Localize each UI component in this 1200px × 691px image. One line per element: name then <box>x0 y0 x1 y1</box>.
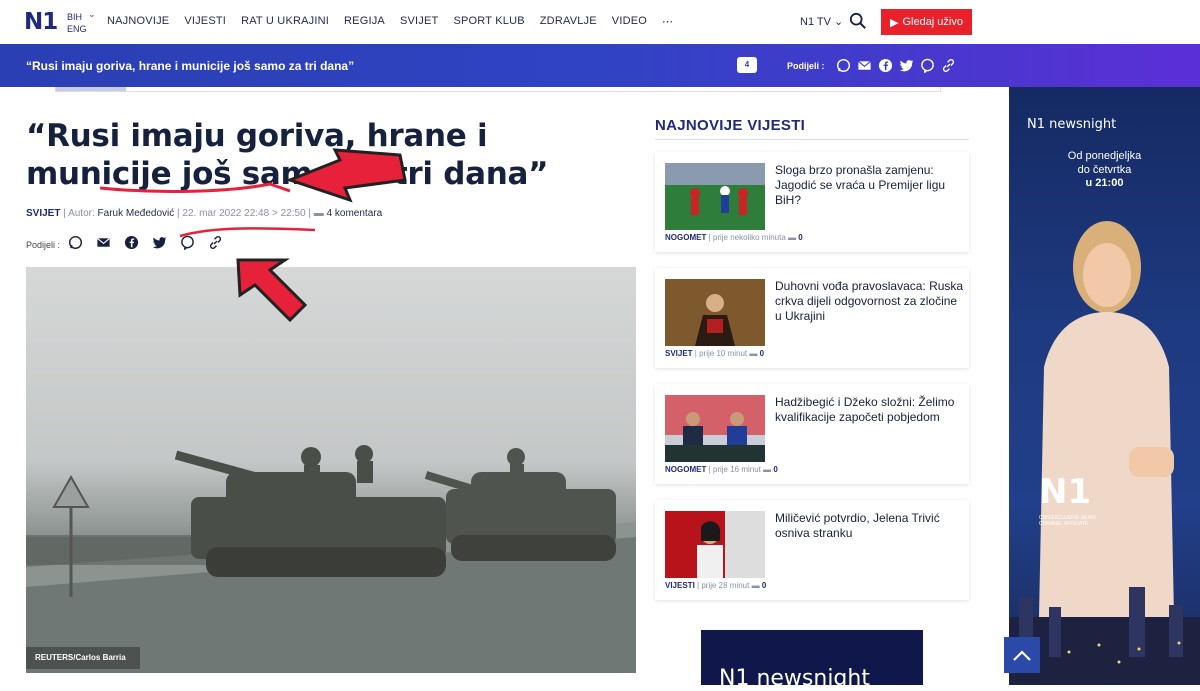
anchor-photo-illustration <box>1039 221 1174 617</box>
latest-news-title: NAJNOVIJE VIJESTI <box>655 117 806 134</box>
comment-icon: ▬ <box>788 233 797 242</box>
news-card-meta: NOGOMET | prije nekoliko minuta ▬ 0 <box>665 233 803 242</box>
news-thumbnail-studio[interactable] <box>665 511 765 578</box>
ad-n1-brand: N1 <box>1039 472 1092 512</box>
news-card-title[interactable]: Sloga brzo pronašla zamjenu: Jagodić se … <box>775 163 965 208</box>
news-card-meta: SVIJET | prije 10 minut ▬ 0 <box>665 349 765 358</box>
watch-live-label: Gledaj uživo <box>902 16 963 28</box>
n1-tv-dropdown[interactable]: N1 TV ⌄ <box>800 15 843 28</box>
newsnight-ad[interactable]: N1 newsnight Od ponedjeljka do četvrtka … <box>1009 87 1200 685</box>
news-card-title[interactable]: Hadžibegić i Džeko složni: Želimo kvalif… <box>775 395 965 425</box>
news-card-time: prije 28 minut <box>701 581 750 590</box>
twitter-icon[interactable] <box>899 58 914 73</box>
news-card[interactable]: Hadžibegić i Džeko složni: Želimo kvalif… <box>655 384 969 484</box>
newsnight-promo-banner[interactable]: N1 newsnight <box>701 630 923 691</box>
news-card-comments[interactable]: 0 <box>760 349 764 358</box>
bar-share-buttons <box>836 58 956 73</box>
n1-tv-label: N1 TV <box>800 16 831 28</box>
ad-cnn-affiliate: CNN EXCLUSIVE NEWS CHANNEL AFFILIATE <box>1039 515 1096 527</box>
news-card-category[interactable]: NOGOMET <box>665 465 706 474</box>
news-card-comments[interactable]: 0 <box>762 581 766 590</box>
news-card-time: prije 16 minut <box>712 465 761 474</box>
email-icon[interactable] <box>857 58 872 73</box>
news-card-title[interactable]: Miličević potvrdio, Jelena Trivić osniva… <box>775 511 965 541</box>
red-annotation-overlay <box>99 148 407 323</box>
news-card-time: prije nekoliko minuta <box>712 233 786 242</box>
comment-icon: ▬ <box>749 349 758 358</box>
ad-schedule-line1: Od ponedjeljka <box>1067 150 1142 162</box>
comment-icon: ▬ <box>751 581 760 590</box>
viber-icon[interactable] <box>920 58 935 73</box>
ad-logo: N1 newsnight <box>1027 117 1117 132</box>
comments-count-badge[interactable]: 4 <box>737 57 757 73</box>
news-card-category[interactable]: VIJESTI <box>665 581 695 590</box>
search-icon[interactable] <box>849 12 867 30</box>
chevron-up-icon <box>1013 650 1031 661</box>
image-credit: REUTERS/Carlos Barria <box>26 647 140 669</box>
news-card-category[interactable]: NOGOMET <box>665 233 706 242</box>
watch-live-button[interactable]: ▶ Gledaj uživo <box>881 9 972 35</box>
chevron-down-icon: ⌄ <box>834 16 844 28</box>
news-card-comments[interactable]: 0 <box>798 233 802 242</box>
more-menu-icon[interactable]: ⋯ <box>662 15 673 28</box>
latest-news-divider <box>655 139 969 140</box>
scroll-to-top-button[interactable] <box>1004 637 1040 673</box>
news-card-comments[interactable]: 0 <box>773 465 777 474</box>
bar-share-label: Podijeli : <box>787 61 825 71</box>
facebook-icon[interactable] <box>878 58 893 73</box>
play-icon: ▶ <box>889 16 899 29</box>
comment-icon: ▬ <box>763 465 772 474</box>
news-thumbnail-football[interactable] <box>665 163 765 230</box>
whatsapp-icon[interactable] <box>836 58 851 73</box>
ad-schedule-time: u 21:00 <box>1085 177 1124 189</box>
news-card-title[interactable]: Duhovni vođa pravoslavaca: Ruska crkva d… <box>775 279 965 324</box>
news-thumbnail-patriarch[interactable] <box>665 279 765 346</box>
news-thumbnail-press-conference[interactable] <box>665 395 765 462</box>
news-card-category[interactable]: SVIJET <box>665 349 693 358</box>
news-card[interactable]: Sloga brzo pronašla zamjenu: Jagodić se … <box>655 152 969 252</box>
copy-link-icon[interactable] <box>941 58 956 73</box>
news-card[interactable]: Duhovni vođa pravoslavaca: Ruska crkva d… <box>655 268 969 368</box>
news-card-meta: VIJESTI | prije 28 minut ▬ 0 <box>665 581 767 590</box>
promo-text: N1 newsnight <box>719 666 870 691</box>
ad-schedule-line2: do četvrtka <box>1077 164 1132 176</box>
news-card-meta: NOGOMET | prije 16 minut ▬ 0 <box>665 465 778 474</box>
news-card[interactable]: Miličević potvrdio, Jelena Trivić osniva… <box>655 500 969 600</box>
news-card-time: prije 10 minut <box>699 349 748 358</box>
